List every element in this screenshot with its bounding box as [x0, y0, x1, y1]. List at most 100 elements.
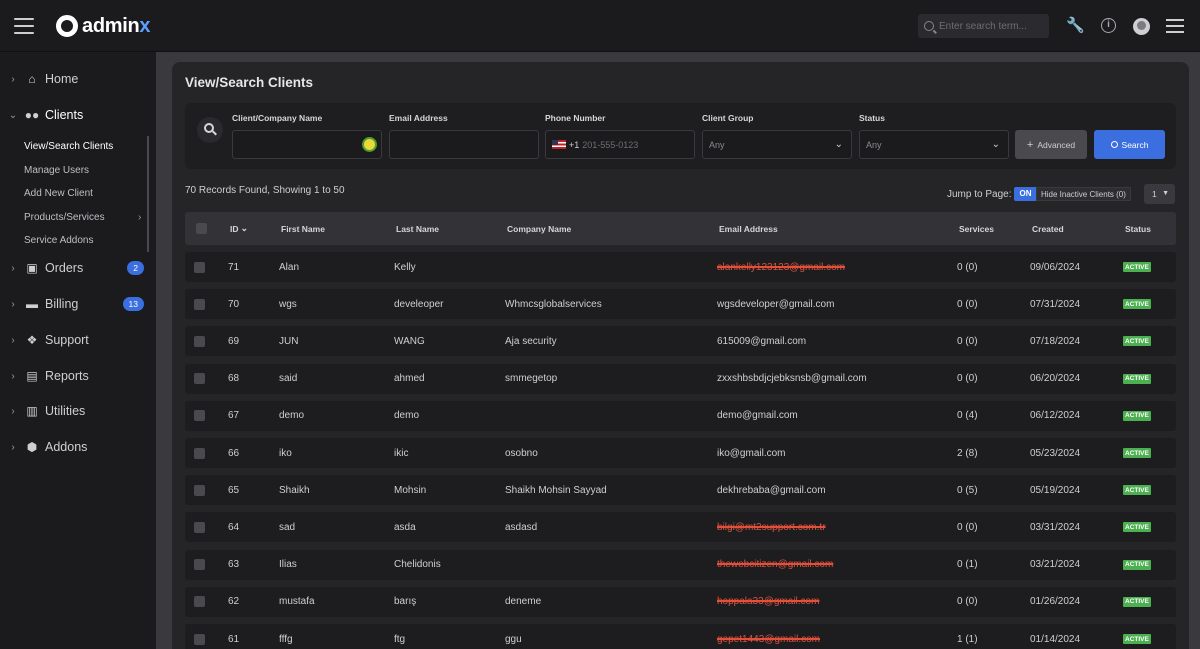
table-row[interactable]: 69 JUN WANG Aja security 615009@gmail.com 0 (…	[185, 326, 1176, 357]
row-checkbox[interactable]	[194, 326, 205, 356]
cell-email[interactable]: thewebcitizen@gmail.com	[717, 550, 833, 580]
avatar[interactable]	[1133, 18, 1150, 35]
cell-first-name[interactable]: demo	[279, 401, 304, 431]
cell-id[interactable]: 66	[228, 438, 239, 468]
cell-last-name[interactable]: WANG	[394, 326, 425, 356]
row-checkbox[interactable]	[194, 475, 205, 505]
cell-id[interactable]: 69	[228, 326, 239, 356]
menu-toggle-icon[interactable]	[14, 18, 34, 34]
cell-id[interactable]: 68	[228, 364, 239, 394]
table-row[interactable]: 68 said ahmed smmegetop zxxshbsbdjcjebksnsb@…	[185, 363, 1176, 394]
col-status[interactable]: Status	[1125, 212, 1151, 245]
cell-email[interactable]: alankelly123123@gmail.com	[717, 252, 845, 282]
cell-first-name[interactable]: Alan	[279, 252, 299, 282]
cell-last-name[interactable]: Chelidonis	[394, 550, 441, 580]
sidebar-subitem-manage-users[interactable]: Manage Users	[24, 163, 89, 179]
group-filter-select[interactable]: Any ⌄	[702, 130, 852, 159]
advanced-search-button[interactable]: + Advanced	[1015, 130, 1087, 159]
cell-last-name[interactable]: develeoper	[394, 289, 443, 319]
table-row[interactable]: 67 demo demo demo@gmail.com 0 (4) 06/12/2024 A…	[185, 400, 1176, 431]
cell-first-name[interactable]: sad	[279, 512, 295, 542]
name-filter-input[interactable]	[232, 130, 382, 159]
page-select[interactable]: 1 ▼	[1144, 184, 1175, 204]
more-menu-icon[interactable]	[1166, 19, 1184, 34]
cell-first-name[interactable]: Shaikh	[279, 475, 310, 505]
table-row[interactable]: 63 Ilias Chelidonis thewebcitizen@gmail.com…	[185, 549, 1176, 580]
cell-first-name[interactable]: mustafa	[279, 587, 315, 617]
cell-email[interactable]: bilgi@mt2support.com.tr	[717, 512, 826, 542]
cell-email[interactable]: dekhrebaba@gmail.com	[717, 475, 826, 505]
us-flag-icon[interactable]	[552, 140, 566, 149]
sidebar-subitem-add-new-client[interactable]: Add New Client	[24, 186, 93, 202]
submenu-scrollbar[interactable]	[147, 136, 149, 252]
sidebar-subitem-products-services[interactable]: Products/Services ›	[24, 210, 148, 226]
cell-first-name[interactable]: wgs	[279, 289, 297, 319]
col-last-name[interactable]: Last Name	[396, 212, 439, 245]
cell-email[interactable]: demo@gmail.com	[717, 401, 798, 431]
cell-first-name[interactable]: Ilias	[279, 550, 297, 580]
cell-first-name[interactable]: iko	[279, 438, 292, 468]
row-checkbox[interactable]	[194, 587, 205, 617]
sidebar-item-billing[interactable]: › ▬ Billing 13	[0, 292, 156, 316]
select-all-checkbox[interactable]	[196, 212, 207, 245]
cell-email[interactable]: gepet1443@gmail.com	[717, 624, 820, 649]
cell-last-name[interactable]: ftg	[394, 624, 405, 649]
phone-filter-input[interactable]: +1 201-555-0123	[545, 130, 695, 159]
cell-last-name[interactable]: Mohsin	[394, 475, 426, 505]
sidebar-subitem-view-search-clients[interactable]: View/Search Clients	[24, 139, 113, 155]
cell-last-name[interactable]: Kelly	[394, 252, 416, 282]
col-id[interactable]: ID ⌄	[230, 212, 248, 245]
sidebar-item-orders[interactable]: › ▣ Orders 2	[0, 256, 156, 280]
table-row[interactable]: 64 sad asda asdasd bilgi@mt2support.com.tr 0 …	[185, 512, 1176, 543]
table-row[interactable]: 62 mustafa barış deneme hoppala33@gmail.com 0…	[185, 586, 1176, 617]
row-checkbox[interactable]	[194, 624, 205, 649]
password-manager-icon[interactable]	[362, 137, 377, 152]
sidebar-item-support[interactable]: › ❖ Support	[0, 328, 156, 352]
row-checkbox[interactable]	[194, 512, 205, 542]
col-email[interactable]: Email Address	[719, 212, 778, 245]
cell-first-name[interactable]: said	[279, 364, 297, 394]
cell-email[interactable]: hoppala33@gmail.com	[717, 587, 819, 617]
cell-last-name[interactable]: ikic	[394, 438, 408, 468]
search-button[interactable]: Search	[1094, 130, 1165, 159]
info-icon[interactable]: i	[1101, 18, 1116, 33]
row-checkbox[interactable]	[194, 364, 205, 394]
email-filter-input[interactable]	[389, 130, 539, 159]
col-company-name[interactable]: Company Name	[507, 212, 571, 245]
col-services[interactable]: Services	[959, 212, 994, 245]
row-checkbox[interactable]	[194, 438, 205, 468]
cell-last-name[interactable]: ahmed	[394, 364, 425, 394]
cell-id[interactable]: 61	[228, 624, 239, 649]
col-first-name[interactable]: First Name	[281, 212, 325, 245]
cell-id[interactable]: 71	[228, 252, 239, 282]
row-checkbox[interactable]	[194, 289, 205, 319]
sidebar-item-clients[interactable]: ⌄ ●● Clients	[0, 103, 156, 127]
cell-id[interactable]: 62	[228, 587, 239, 617]
status-filter-select[interactable]: Any ⌄	[859, 130, 1009, 159]
hide-inactive-label[interactable]: Hide Inactive Clients (0)	[1036, 187, 1131, 201]
cell-id[interactable]: 63	[228, 550, 239, 580]
cell-email[interactable]: 615009@gmail.com	[717, 326, 806, 356]
cell-last-name[interactable]: demo	[394, 401, 419, 431]
global-search-input[interactable]	[939, 20, 1044, 32]
col-created[interactable]: Created	[1032, 212, 1064, 245]
sidebar-item-addons[interactable]: › ⬢ Addons	[0, 435, 156, 459]
row-checkbox[interactable]	[194, 401, 205, 431]
logo[interactable]: adminx	[56, 13, 151, 39]
row-checkbox[interactable]	[194, 252, 205, 282]
sidebar-item-home[interactable]: › ⌂ Home	[0, 67, 156, 91]
table-row[interactable]: 61 fffg ftg ggu gepet1443@gmail.com 1 (1) 01/1…	[185, 624, 1176, 649]
sidebar-subitem-service-addons[interactable]: Service Addons	[24, 233, 94, 249]
wrench-icon[interactable]: 🔧	[1066, 17, 1085, 35]
cell-email[interactable]: zxxshbsbdjcjebksnsb@gmail.com	[717, 364, 867, 394]
cell-last-name[interactable]: asda	[394, 512, 416, 542]
cell-email[interactable]: iko@gmail.com	[717, 438, 786, 468]
table-row[interactable]: 71 Alan Kelly alankelly123123@gmail.com 0 (0…	[185, 252, 1176, 282]
cell-first-name[interactable]: fffg	[279, 624, 293, 649]
cell-id[interactable]: 67	[228, 401, 239, 431]
sidebar-item-utilities[interactable]: › ▥ Utilities	[0, 399, 156, 423]
cell-id[interactable]: 65	[228, 475, 239, 505]
table-row[interactable]: 70 wgs develeoper Whmcsglobalservices wgsdev…	[185, 289, 1176, 320]
table-row[interactable]: 65 Shaikh Mohsin Shaikh Mohsin Sayyad dekhre…	[185, 475, 1176, 506]
global-search[interactable]	[918, 14, 1049, 38]
